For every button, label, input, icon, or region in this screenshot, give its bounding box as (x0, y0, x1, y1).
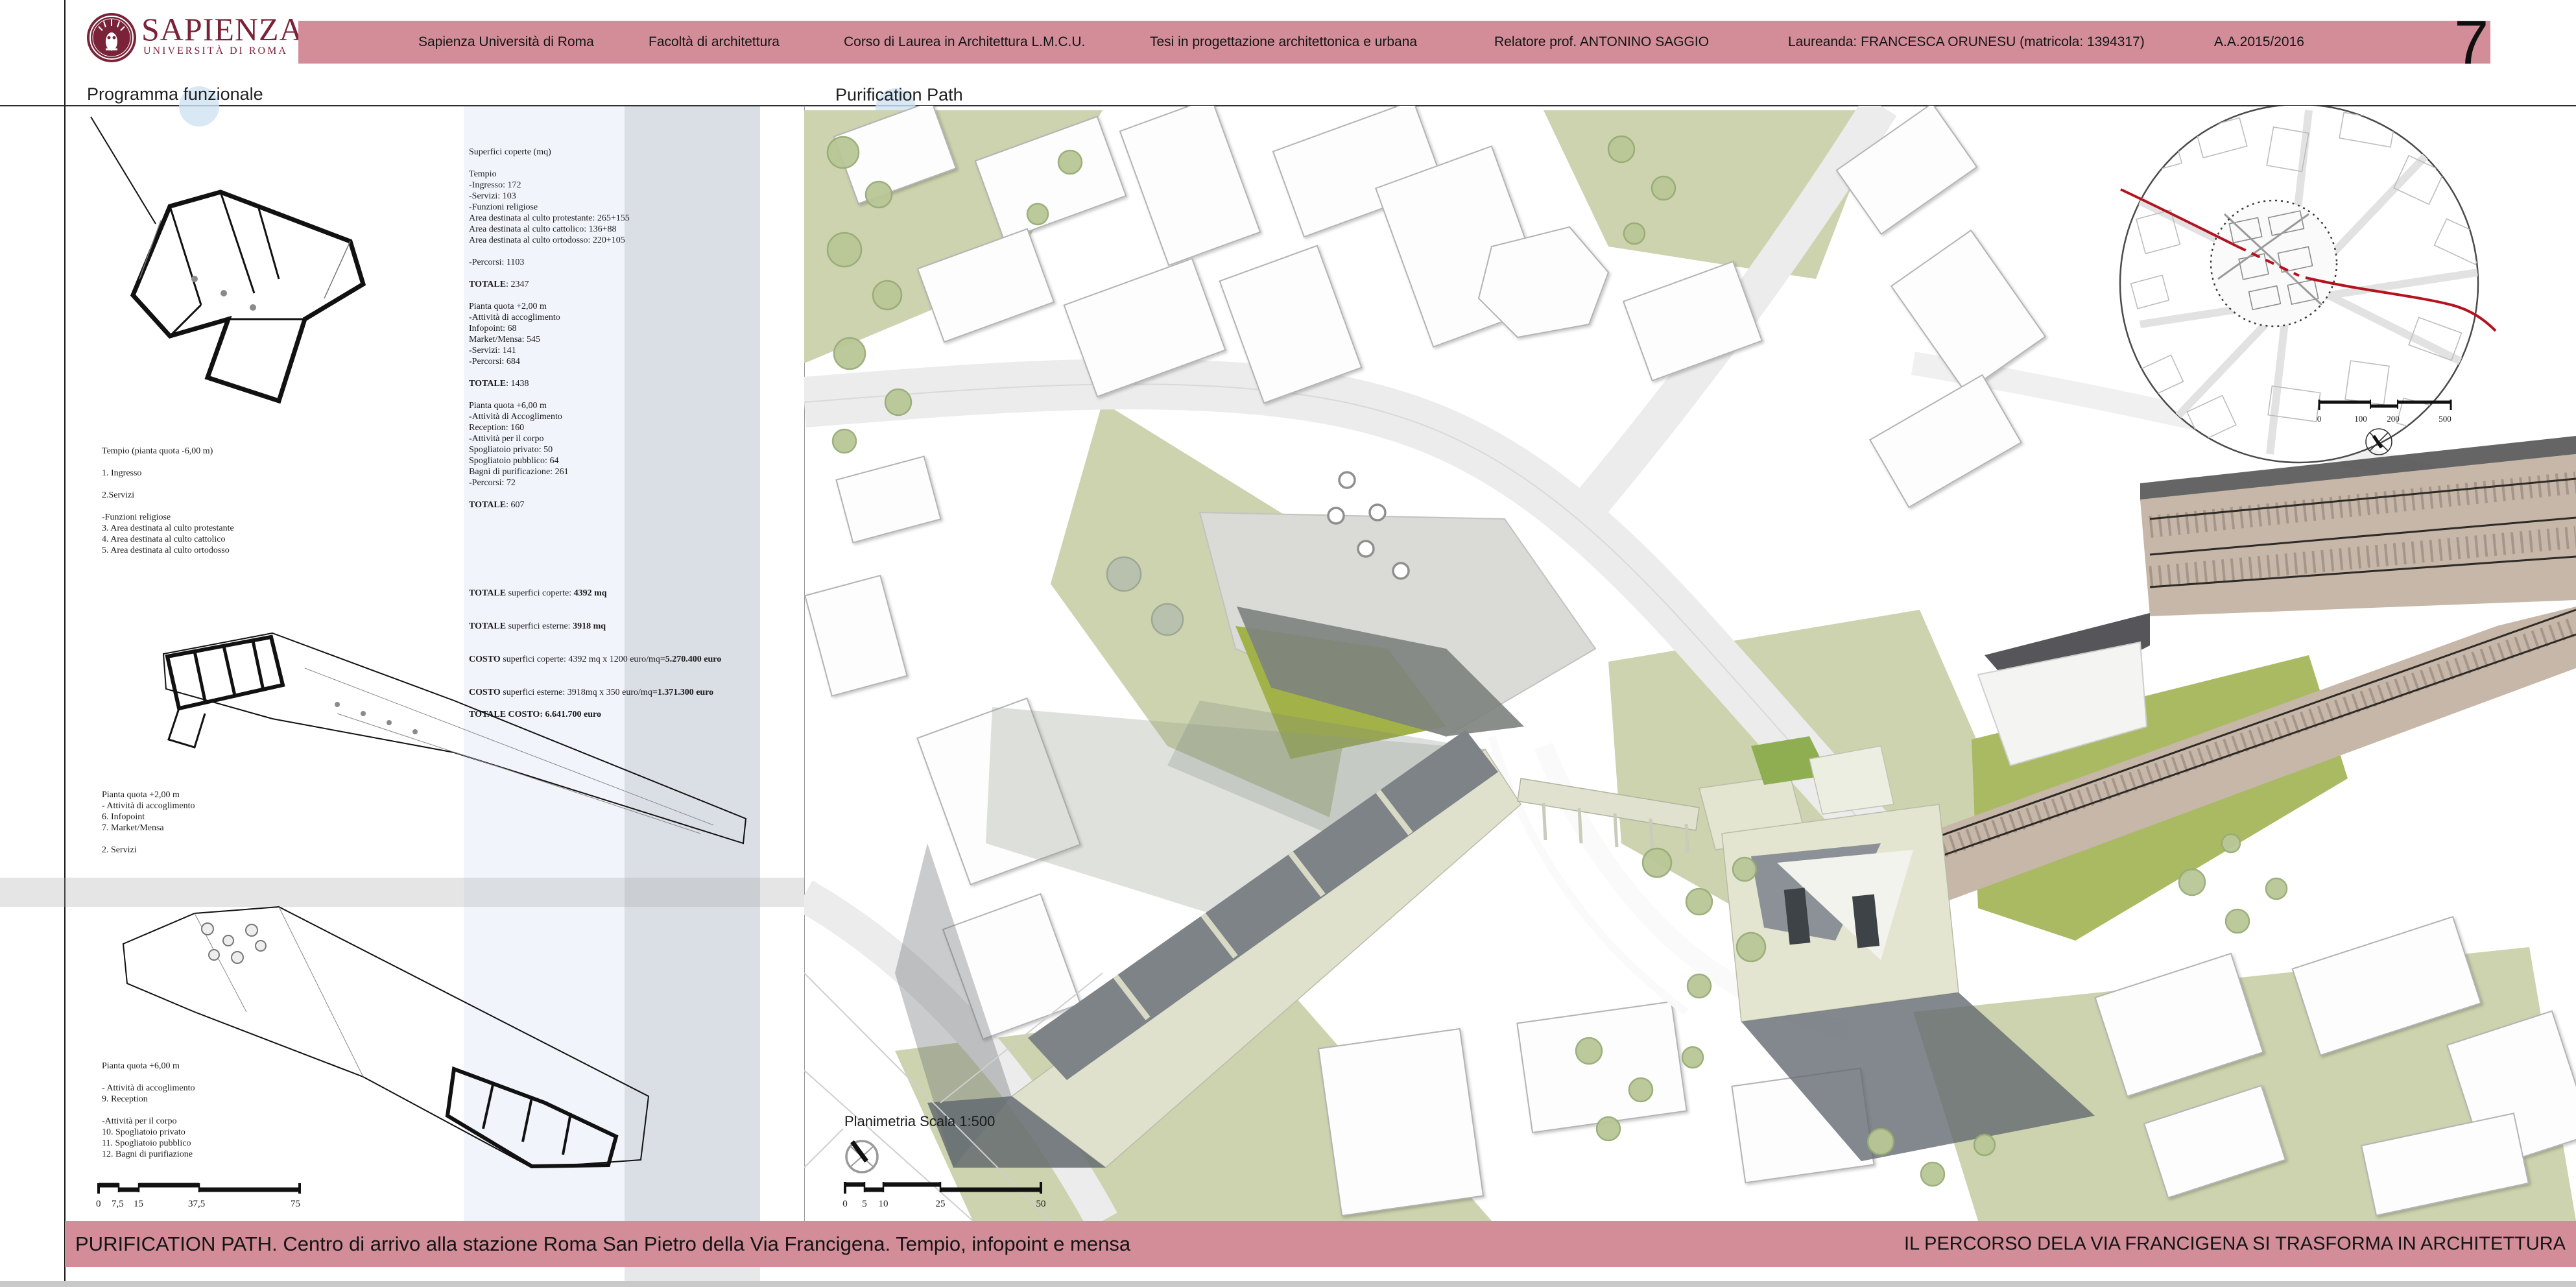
inset-scale-500: 500 (2439, 414, 2451, 424)
scale-0: 0 (842, 1199, 848, 1209)
section-label-purification: Purification Path (835, 85, 963, 105)
scalebar-left-0: 0 (96, 1199, 101, 1209)
header-bar: Sapienza Università di Roma Facoltà di a… (298, 21, 2490, 64)
surfaces-text-block: Superfici coperte (mq) Tempio-Ingresso: … (469, 147, 774, 720)
scalebar-left (99, 1183, 300, 1194)
sapienza-crest-icon (84, 10, 139, 66)
scalebar-left-375: 37,5 (188, 1199, 205, 1209)
header-faculty: Facoltà di architettura (649, 34, 780, 50)
section-label-programma: Programma funzionale (87, 84, 263, 104)
board-subtitle: IL PERCORSO DELA VIA FRANCIGENA SI TRASF… (1904, 1233, 2566, 1255)
page-number: 7 (2454, 12, 2488, 74)
header-supervisor: Relatore prof. ANTONINO SAGGIO (1494, 34, 1709, 50)
inset-scale-100: 100 (2354, 414, 2367, 424)
bottom-strip (0, 1281, 2576, 1287)
north-arrow-icon (846, 1141, 877, 1172)
scale-50: 50 (1036, 1199, 1046, 1209)
scale-25: 25 (936, 1199, 946, 1209)
plan-scale-label: Planimetria Scala 1:500 (844, 1113, 995, 1129)
header-thesis: Tesi in progettazione architettonica e u… (1150, 34, 1417, 50)
header-student: Laureanda: FRANCESCA ORUNESU (matricola:… (1788, 34, 2145, 50)
logo-wordmark: SAPIENZA (141, 10, 304, 48)
plan1-caption: Tempio (pianta quota -6,00 m) 1. Ingress… (102, 446, 374, 556)
header-course: Corso di Laurea in Architettura L.M.C.U. (844, 34, 1085, 50)
context-map-inset: 0 100 200 500 (2120, 106, 2496, 463)
scalebar-left-75: 7,5 (112, 1199, 124, 1209)
inset-scale-200: 200 (2387, 414, 2400, 424)
board-title: PURIFICATION PATH. Centro di arrivo alla… (75, 1233, 1130, 1256)
scale-5: 5 (862, 1199, 867, 1209)
plan2-caption: Pianta quota +2,00 m- Attività di accogl… (102, 789, 374, 856)
plan-temple (91, 117, 363, 401)
header-university: Sapienza Università di Roma (418, 34, 594, 50)
footer-bar: PURIFICATION PATH. Centro di arrivo alla… (65, 1221, 2576, 1267)
site-plan: 0 100 200 500 Planimetria Scala 1:500 0 … (804, 106, 2576, 1221)
inset-scale-0: 0 (2317, 414, 2322, 424)
scalebar-left-75: 75 (291, 1199, 300, 1209)
logo-subtitle: UNIVERSITÀ DI ROMA (143, 45, 288, 57)
header-year: A.A.2015/2016 (2214, 34, 2304, 50)
scalebar-left-15: 15 (134, 1199, 143, 1209)
plan3-caption: Pianta quota +6,00 m - Attività di accog… (102, 1061, 374, 1160)
thesis-board: SAPIENZA UNIVERSITÀ DI ROMA Sapienza Uni… (0, 0, 2576, 1287)
scale-10: 10 (879, 1199, 888, 1209)
